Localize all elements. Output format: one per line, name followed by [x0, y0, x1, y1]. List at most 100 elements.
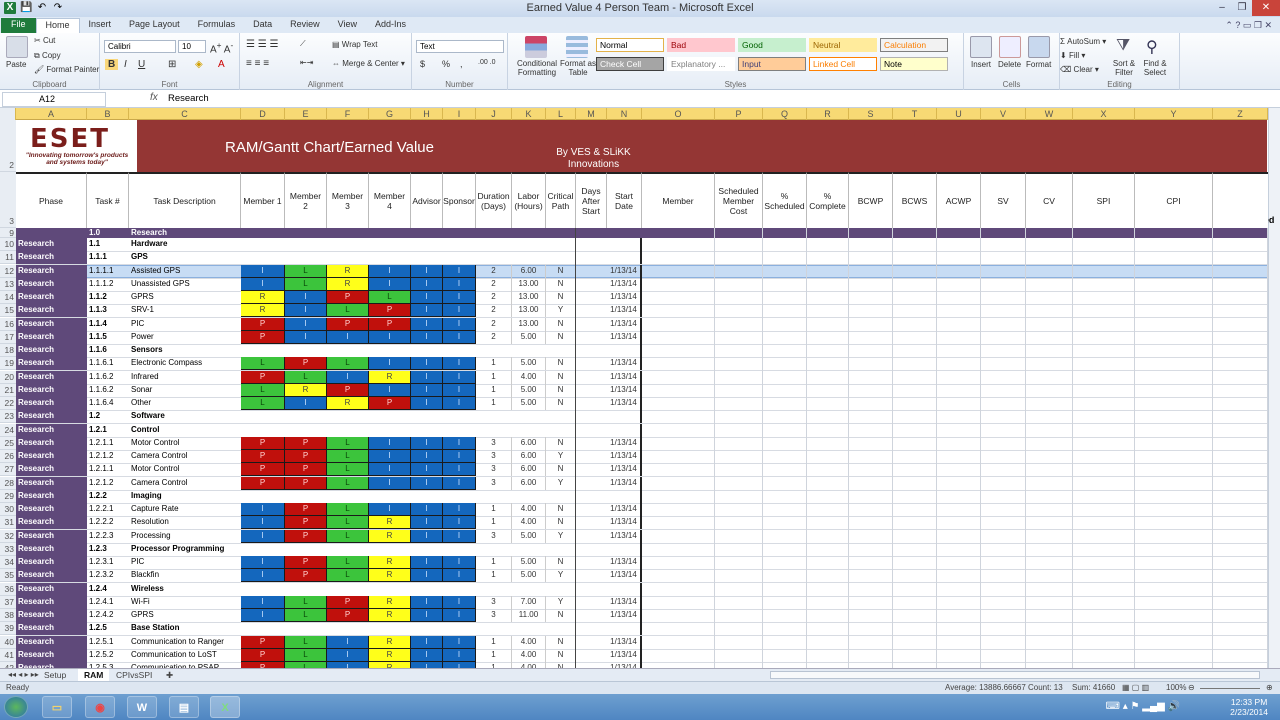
cell-dur[interactable]: 3	[476, 609, 512, 622]
horizontal-scrollbar[interactable]	[770, 671, 1260, 679]
cell-task-number[interactable]: 1.1.1.1	[89, 265, 129, 278]
cell-dur[interactable]: 1	[476, 503, 512, 516]
style-good[interactable]: Good	[738, 38, 806, 52]
cell-dur[interactable]: 1	[476, 569, 512, 582]
excel-icon[interactable]: X	[210, 696, 240, 718]
cell-task-number[interactable]: 1.1.6.4	[89, 397, 129, 410]
cell-crit[interactable]: N	[546, 463, 576, 476]
cell-task-number[interactable]: 1.2.2.3	[89, 530, 129, 543]
grow-font-button[interactable]: A+ A-	[210, 40, 233, 55]
cell-phase[interactable]: Research	[16, 251, 87, 264]
tab-page-layout[interactable]: Page Layout	[120, 18, 189, 33]
ram-cell-sponsor[interactable]: I	[443, 437, 476, 450]
cell-crit[interactable]: Y	[546, 304, 576, 317]
ram-cell-member-1[interactable]: P	[241, 649, 285, 662]
cell-dur[interactable]: 1	[476, 371, 512, 384]
sheet-tab-setup[interactable]: Setup	[38, 669, 72, 681]
cell-phase[interactable]: Research	[16, 357, 87, 370]
table-row[interactable]: 21 Research 1.1.6.2 Sonar L R P I I I 1 5.00 N 1/13/1…	[0, 384, 1268, 397]
ram-cell-member-4[interactable]: R	[369, 530, 411, 543]
header-critical-path[interactable]: Critical Path	[546, 172, 576, 228]
header-task-description[interactable]: Task Description	[129, 172, 241, 228]
column-header-B[interactable]: B	[87, 108, 129, 120]
row-header[interactable]: 26	[0, 450, 16, 463]
cell-crit[interactable]: N	[546, 278, 576, 291]
table-row[interactable]: 19 Research 1.1.6.1 Electronic Compass L P L I I…	[0, 357, 1268, 370]
cell-crit[interactable]: N	[546, 556, 576, 569]
video-icon[interactable]: ▤	[169, 696, 199, 718]
ram-cell-member-1[interactable]: I	[241, 503, 285, 516]
cell-phase[interactable]: Research	[16, 583, 87, 596]
cell-crit[interactable]: N	[546, 318, 576, 331]
ram-cell-member-3[interactable]: R	[327, 265, 369, 278]
cell-crit[interactable]: N	[546, 636, 576, 649]
cell-task-description[interactable]: Wi-Fi	[131, 596, 241, 609]
decimal-icon[interactable]: .00 .0	[478, 59, 496, 66]
table-row[interactable]: 28 Research 1.2.1.2 Camera Control P P L I I I 3 6.…	[0, 477, 1268, 490]
cell-crit[interactable]: Y	[546, 569, 576, 582]
cell-labor[interactable]: 5.00	[512, 331, 546, 344]
row-header[interactable]: 30	[0, 503, 16, 516]
cell-labor[interactable]: 11.00	[512, 609, 546, 622]
cell-dur[interactable]: 3	[476, 437, 512, 450]
cell-task-description[interactable]: Assisted GPS	[131, 265, 241, 278]
ram-cell-member-1[interactable]: I	[241, 556, 285, 569]
cell-crit[interactable]: Y	[546, 477, 576, 490]
cell-start-date[interactable]: 1/13/14	[607, 516, 642, 529]
ram-cell-advisor[interactable]: I	[411, 463, 443, 476]
ram-cell-advisor[interactable]: I	[411, 649, 443, 662]
borders-icon[interactable]: ⊞	[168, 59, 176, 70]
row-header[interactable]: 12	[0, 265, 16, 278]
row-header[interactable]: 18	[0, 344, 16, 357]
cell-phase[interactable]: Research	[16, 265, 87, 278]
ram-cell-member-2[interactable]: I	[285, 397, 327, 410]
ram-cell-member-2[interactable]: P	[285, 437, 327, 450]
cell-dur[interactable]: 1	[476, 636, 512, 649]
ram-cell-sponsor[interactable]: I	[443, 530, 476, 543]
cell-crit[interactable]: Y	[546, 530, 576, 543]
ram-cell-sponsor[interactable]: I	[443, 291, 476, 304]
cell-labor[interactable]: 4.00	[512, 371, 546, 384]
row-header[interactable]: 24	[0, 424, 16, 437]
cell-phase[interactable]: Research	[16, 397, 87, 410]
ram-cell-member-3[interactable]: I	[327, 371, 369, 384]
cell-task-number[interactable]: 1.2.4.1	[89, 596, 129, 609]
cell-task-number[interactable]: 1.2.3	[89, 543, 129, 556]
table-row[interactable]: 35 Research 1.2.3.2 Blackfin I P L R I I 1 5.00 Y 1/1…	[0, 569, 1268, 582]
cell-task-number[interactable]: 1.2.1.1	[89, 437, 129, 450]
table-row[interactable]: 26 Research 1.2.1.2 Camera Control P P L I I I 3 6.…	[0, 450, 1268, 463]
ram-cell-advisor[interactable]: I	[411, 596, 443, 609]
cell-labor[interactable]: 4.00	[512, 503, 546, 516]
ram-cell-advisor[interactable]: I	[411, 397, 443, 410]
column-header-E[interactable]: E	[285, 108, 327, 120]
cell-task-description[interactable]: Other	[131, 397, 241, 410]
ram-cell-member-1[interactable]: L	[241, 357, 285, 370]
cell-dur[interactable]: 2	[476, 278, 512, 291]
ram-cell-member-1[interactable]: R	[241, 291, 285, 304]
delete-button[interactable]: Delete	[998, 60, 1021, 69]
cell-phase[interactable]: Research	[16, 477, 87, 490]
table-row[interactable]: 18 Research 1.1.6 Sensors	[0, 344, 1268, 357]
insert-cells-icon[interactable]	[970, 36, 992, 58]
ram-cell-advisor[interactable]: I	[411, 331, 443, 344]
cell-start-date[interactable]: 1/13/14	[607, 636, 642, 649]
cell-phase[interactable]: Research	[16, 503, 87, 516]
formula-input[interactable]: Research	[168, 93, 209, 104]
cell-labor[interactable]: 5.00	[512, 357, 546, 370]
ram-cell-sponsor[interactable]: I	[443, 596, 476, 609]
ram-cell-member-2[interactable]: L	[285, 636, 327, 649]
style-bad[interactable]: Bad	[667, 38, 735, 52]
row-header[interactable]: 41	[0, 649, 16, 662]
cell-task-number[interactable]: 1.1.1	[89, 251, 129, 264]
cell-phase[interactable]: Research	[16, 304, 87, 317]
ram-cell-sponsor[interactable]: I	[443, 384, 476, 397]
ram-cell-advisor[interactable]: I	[411, 265, 443, 278]
ram-cell-member-2[interactable]: I	[285, 318, 327, 331]
cell-task-number[interactable]: 1.1.4	[89, 318, 129, 331]
row-header[interactable]: 17	[0, 331, 16, 344]
cell-task-description[interactable]: Imaging	[131, 490, 241, 503]
cell-task-description[interactable]: Communication to Ranger	[131, 636, 241, 649]
ram-cell-member-3[interactable]: L	[327, 530, 369, 543]
fx-icon[interactable]: fx	[150, 92, 158, 103]
cell-task-number[interactable]: 1.2.5.1	[89, 636, 129, 649]
